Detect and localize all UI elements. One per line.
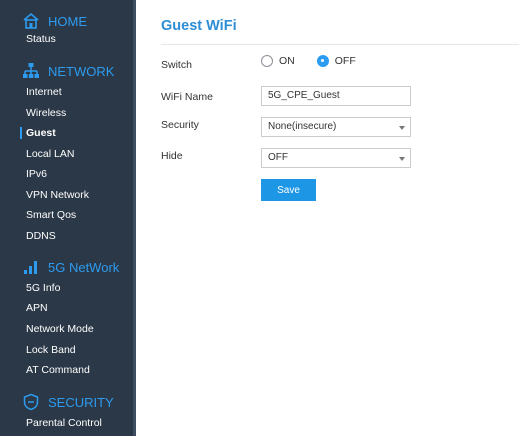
sidebar-item-network-mode[interactable]: Network Mode bbox=[26, 323, 94, 335]
security-select-value: None(insecure) bbox=[268, 121, 337, 132]
sidebar-section-network[interactable]: NETWORK bbox=[22, 61, 114, 81]
switch-label: Switch bbox=[161, 59, 192, 71]
main-content: Guest WiFi Switch ON OFF WiFi Name 5G_CP… bbox=[136, 0, 519, 436]
sidebar-item-wireless[interactable]: Wireless bbox=[26, 107, 66, 119]
sidebar-item-guest[interactable]: Guest bbox=[26, 127, 56, 139]
sidebar-section-security[interactable]: SECURITY bbox=[22, 392, 114, 412]
switch-radio-group: ON OFF bbox=[261, 55, 378, 67]
radio-label: OFF bbox=[334, 55, 356, 67]
sidebar-section-home[interactable]: HOME bbox=[22, 11, 87, 31]
shield-icon bbox=[23, 393, 39, 411]
sidebar-item-lock-band[interactable]: Lock Band bbox=[26, 344, 76, 356]
hide-label: Hide bbox=[161, 150, 183, 162]
sidebar: HOME Status NETWORK Internet Wireless Gu… bbox=[0, 0, 136, 436]
sidebar-item-ddns[interactable]: DDNS bbox=[26, 230, 56, 242]
signal-bars-icon bbox=[24, 261, 37, 274]
sidebar-item-vpn-network[interactable]: VPN Network bbox=[26, 189, 89, 201]
save-button[interactable]: Save bbox=[261, 179, 316, 201]
radio-checked-icon bbox=[316, 55, 329, 67]
sidebar-item-5g-info[interactable]: 5G Info bbox=[26, 282, 60, 294]
sidebar-section-label: HOME bbox=[48, 13, 87, 29]
active-indicator bbox=[20, 127, 22, 139]
home-icon bbox=[23, 12, 39, 29]
divider bbox=[161, 44, 519, 45]
wifi-name-input[interactable]: 5G_CPE_Guest bbox=[261, 86, 411, 106]
sidebar-item-ipv6[interactable]: IPv6 bbox=[26, 168, 47, 180]
switch-off-radio[interactable]: OFF bbox=[316, 55, 356, 67]
page-title: Guest WiFi bbox=[161, 18, 237, 34]
sidebar-item-apn[interactable]: APN bbox=[26, 302, 48, 314]
chevron-down-icon bbox=[399, 126, 405, 130]
switch-on-radio[interactable]: ON bbox=[261, 55, 295, 67]
sidebar-section-label: NETWORK bbox=[48, 63, 115, 79]
security-select[interactable]: None(insecure) bbox=[261, 117, 411, 137]
chevron-down-icon bbox=[399, 157, 405, 161]
sidebar-item-status[interactable]: Status bbox=[26, 33, 56, 45]
wifi-name-label: WiFi Name bbox=[161, 91, 213, 103]
radio-label: ON bbox=[279, 55, 295, 67]
sidebar-item-parental-control[interactable]: Parental Control bbox=[26, 417, 102, 429]
sidebar-item-smart-qos[interactable]: Smart Qos bbox=[26, 209, 76, 221]
hide-select-value: OFF bbox=[268, 152, 288, 163]
sidebar-item-internet[interactable]: Internet bbox=[26, 86, 62, 98]
sidebar-item-local-lan[interactable]: Local LAN bbox=[26, 148, 74, 160]
security-label: Security bbox=[161, 119, 199, 131]
radio-unchecked-icon bbox=[261, 55, 273, 67]
sidebar-section-5g-network[interactable]: 5G NetWork bbox=[22, 257, 119, 277]
sidebar-section-label: 5G NetWork bbox=[48, 259, 120, 275]
sidebar-section-label: SECURITY bbox=[48, 394, 114, 410]
hide-select[interactable]: OFF bbox=[261, 148, 411, 168]
sidebar-item-at-command[interactable]: AT Command bbox=[26, 364, 90, 376]
network-icon bbox=[23, 63, 39, 78]
